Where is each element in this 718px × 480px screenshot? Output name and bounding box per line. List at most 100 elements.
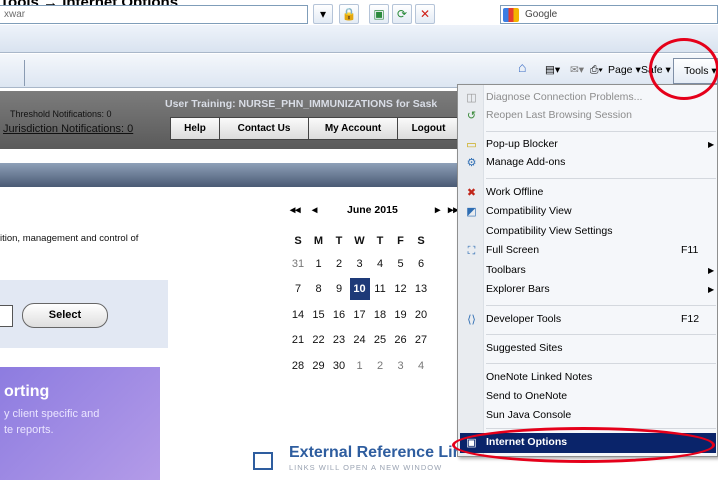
developer-tools-shortcut: F12: [681, 313, 700, 325]
calendar-day[interactable]: 7: [288, 278, 308, 300]
help-button[interactable]: Help: [170, 117, 220, 140]
threshold-notifications: Threshold Notifications: 0: [10, 109, 112, 119]
menu-item-compatibility-view[interactable]: Compatibility View: [486, 205, 572, 217]
calendar-day[interactable]: 19: [391, 304, 411, 326]
calendar-day[interactable]: 2: [370, 355, 390, 377]
jurisdiction-notifications-link[interactable]: Jurisdiction Notifications: 0: [3, 123, 133, 135]
calendar-day[interactable]: 22: [309, 329, 329, 351]
calendar-day[interactable]: 14: [288, 304, 308, 326]
lock-icon[interactable]: 🔒: [339, 4, 359, 24]
menu-item-manage-addons[interactable]: Manage Add-ons: [486, 156, 565, 168]
calendar-day[interactable]: 6: [411, 253, 431, 275]
calendar-day[interactable]: 20: [411, 304, 431, 326]
calendar-day-header: S: [417, 235, 425, 247]
dropdown-icon[interactable]: ▾: [313, 4, 333, 24]
calendar-day-header: S: [294, 235, 302, 247]
reporting-title: orting: [4, 383, 50, 400]
feeds-icon[interactable]: ▤▾: [545, 64, 560, 76]
calendar-day[interactable]: 13: [411, 278, 431, 300]
calendar-day[interactable]: 30: [329, 355, 349, 377]
calendar-day[interactable]: 8: [309, 278, 329, 300]
calendar-day[interactable]: 29: [309, 355, 329, 377]
contact-us-button[interactable]: Contact Us: [219, 117, 309, 140]
calendar-day-header: T: [335, 235, 343, 247]
calendar-day[interactable]: 1: [350, 355, 370, 377]
calendar-day-header: F: [397, 235, 404, 247]
calendar-day[interactable]: 11: [370, 278, 390, 300]
calendar-day[interactable]: 15: [309, 304, 329, 326]
address-input[interactable]: xwar: [0, 5, 308, 24]
calendar-day[interactable]: 3: [391, 355, 411, 377]
next-month-button[interactable]: ▸: [435, 204, 440, 216]
reopen-icon: ↺: [466, 110, 477, 122]
logout-button[interactable]: Logout: [397, 117, 460, 140]
calendar-day[interactable]: 16: [329, 304, 349, 326]
external-links-icon: [253, 452, 273, 470]
popup-blocker-icon: ▭: [466, 139, 477, 151]
select-dropdown[interactable]: [0, 305, 13, 327]
calendar-day[interactable]: 25: [370, 329, 390, 351]
calendar-day[interactable]: 9: [329, 278, 349, 300]
calendar-day[interactable]: 27: [411, 329, 431, 351]
calendar-day[interactable]: 4: [411, 355, 431, 377]
my-account-button[interactable]: My Account: [308, 117, 398, 140]
calendar-day[interactable]: 31: [288, 253, 308, 275]
menu-item-developer-tools[interactable]: Developer Tools: [486, 313, 561, 325]
menu-separator: [486, 334, 716, 335]
user-training-title: User Training: NURSE_PHN_IMMUNIZATIONS f…: [165, 98, 438, 110]
calendar-day[interactable]: 18: [370, 304, 390, 326]
prev-year-button[interactable]: ◂◂: [290, 204, 301, 216]
menu-item-diagnose[interactable]: Diagnose Connection Problems...: [486, 91, 642, 103]
calendar-day-header: W: [354, 235, 365, 247]
prev-month-button[interactable]: ◂: [312, 204, 317, 216]
calendar-day[interactable]: 12: [391, 278, 411, 300]
menu-item-java-console[interactable]: Sun Java Console: [486, 409, 571, 421]
select-button[interactable]: Select: [22, 303, 108, 328]
menu-separator: [486, 305, 716, 306]
calendar-day[interactable]: 2: [329, 253, 349, 275]
calendar-day[interactable]: 26: [391, 329, 411, 351]
external-links-title[interactable]: External Reference Links: [289, 444, 480, 462]
compatibility-icon[interactable]: ▣: [369, 4, 389, 24]
menu-item-explorer-bars[interactable]: Explorer Bars: [486, 283, 550, 295]
calendar-day[interactable]: 17: [350, 304, 370, 326]
nav-bar: [0, 163, 460, 187]
menu-item-onenote-linked[interactable]: OneNote Linked Notes: [486, 371, 592, 383]
menu-item-work-offline[interactable]: Work Offline: [486, 186, 543, 198]
calendar-day[interactable]: 3: [350, 253, 370, 275]
address-toolbar: [0, 25, 718, 53]
page-menu-label: Page: [608, 64, 633, 76]
calendar-day[interactable]: 23: [329, 329, 349, 351]
page-menu-button[interactable]: Page ▾: [608, 64, 641, 76]
addons-icon: ⚙: [466, 157, 477, 169]
calendar-day[interactable]: 1: [309, 253, 329, 275]
calendar-day[interactable]: 4: [370, 253, 390, 275]
search-input[interactable]: Google: [500, 5, 718, 24]
annotation-ellipse-internet-options: [452, 427, 715, 463]
home-icon[interactable]: ⌂: [518, 59, 526, 75]
menu-item-send-onenote[interactable]: Send to OneNote: [486, 390, 567, 402]
mail-icon[interactable]: ✉▾: [570, 64, 584, 76]
calendar-day[interactable]: 24: [350, 329, 370, 351]
annotation-ellipse-tools: [649, 38, 718, 100]
menu-item-reopen[interactable]: Reopen Last Browsing Session: [486, 109, 632, 121]
menu-item-toolbars[interactable]: Toolbars: [486, 264, 526, 276]
diagnose-icon: ◫: [466, 92, 477, 104]
stop-icon[interactable]: ✕: [415, 4, 435, 24]
calendar-day[interactable]: 10: [349, 278, 370, 300]
submenu-arrow-icon: ▶: [708, 285, 715, 294]
external-links-subtitle: LINKS WILL OPEN A NEW WINDOW: [289, 463, 443, 472]
menu-separator: [486, 131, 716, 132]
calendar-day[interactable]: 5: [391, 253, 411, 275]
full-screen-shortcut: F11: [681, 244, 699, 256]
menu-item-full-screen[interactable]: Full Screen: [486, 244, 539, 256]
menu-item-suggested-sites[interactable]: Suggested Sites: [486, 342, 562, 354]
calendar-nav: ◂◂ ◂ June 2015 ▸ ▸▸: [285, 204, 460, 222]
menu-item-compatibility-settings[interactable]: Compatibility View Settings: [486, 225, 612, 237]
calendar-day[interactable]: 28: [288, 355, 308, 377]
menu-item-popup-blocker[interactable]: Pop-up Blocker: [486, 138, 558, 150]
refresh-icon[interactable]: ⟳: [392, 4, 412, 24]
print-icon[interactable]: ⎙▾: [590, 64, 603, 77]
submenu-arrow-icon: ▶: [708, 266, 715, 275]
calendar-day[interactable]: 21: [288, 329, 308, 351]
